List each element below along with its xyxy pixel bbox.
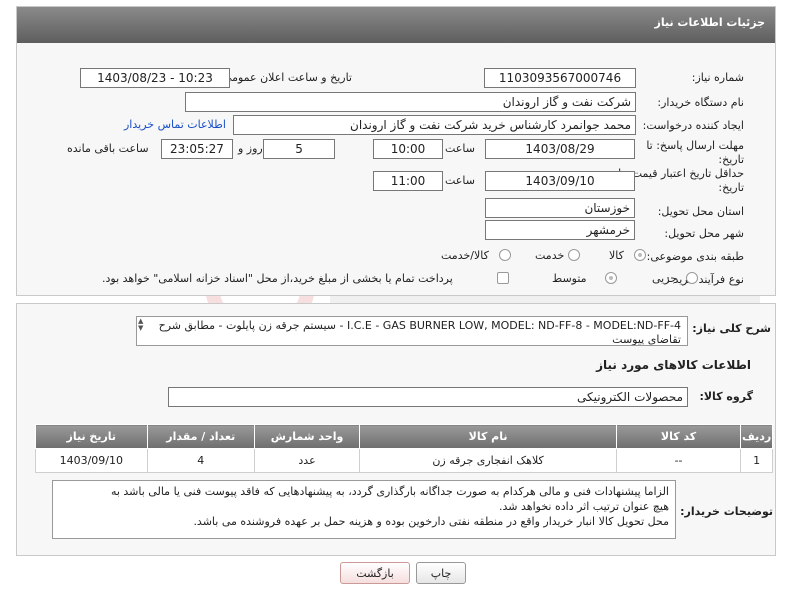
price-validity-sublabel: تاریخ: (718, 181, 744, 194)
cell-row-number: 1 (740, 448, 773, 473)
validity-date-field: 1403/09/10 (485, 171, 635, 191)
days-label: روز و (238, 142, 263, 155)
days-remaining-field: 5 (263, 139, 335, 159)
requester-label: ایجاد کننده درخواست: (642, 119, 744, 132)
goods-group-label: گروه کالا: (699, 390, 753, 403)
buyer-notes-label: توضیحات خریدار: (680, 505, 773, 518)
treasury-payment-checkbox[interactable] (497, 272, 509, 284)
category-option-goods: کالا (609, 249, 624, 262)
price-validity-label: حداقل تاریخ اعتبار قیمت: تا (618, 167, 744, 180)
col-unit: واحد شمارش (253, 424, 361, 449)
table-header-row: تاریخ نیاز تعداد / مقدار واحد شمارش نام … (35, 424, 773, 449)
requester-field: محمد جوانمرد کارشناس خرید شرکت نفت و گاز… (233, 115, 636, 135)
category-label: طبقه بندی موضوعی: (646, 250, 744, 263)
col-quantity: تعداد / مقدار (146, 424, 255, 449)
col-row-number: ردیف (740, 424, 773, 449)
reply-date-field: 1403/08/29 (485, 139, 635, 159)
process-type-label: نوع فرآیند خرید : (666, 273, 744, 286)
reply-time-field: 10:00 (373, 139, 443, 159)
announce-datetime-label: تاریخ و ساعت اعلان عمومی: (219, 71, 352, 84)
category-radio-goods[interactable] (634, 249, 646, 261)
description-textarea[interactable]: I.C.E - GAS BURNER LOW, MODEL: ND-FF-8 -… (136, 316, 688, 346)
buyer-note-line: الزاما پیشنهادات فنی و مالی هرکدام به صو… (110, 485, 669, 498)
description-label: شرح کلی نیاز: (692, 322, 771, 335)
col-goods-code: کد کالا (615, 424, 742, 449)
reply-time-label: ساعت (445, 142, 475, 155)
city-field: خرمشهر (485, 220, 635, 240)
province-field: خوزستان (485, 198, 635, 218)
goods-group-field: محصولات الکترونیکی (168, 387, 688, 407)
col-goods-name: نام کالا (359, 424, 617, 449)
buyer-org-field: شرکت نفت و گاز اروندان (185, 92, 636, 112)
buyer-note-line: هیچ عنوان ترتیب اثر داده نخواهد شد. (499, 500, 669, 513)
panel-title: جزئیات اطلاعات نیاز (654, 16, 766, 29)
table-row: 1403/09/10 4 عدد کلاهک انفجاری جرقه زن -… (35, 448, 773, 473)
back-button[interactable]: بازگشت (340, 562, 410, 584)
need-number-label: شماره نیاز: (691, 71, 744, 84)
category-radio-goods-service[interactable] (499, 249, 511, 261)
cell-goods-code: -- (615, 448, 742, 473)
category-option-service: خدمت (535, 249, 565, 262)
print-button[interactable]: چاپ (416, 562, 466, 584)
validity-time-field: 11:00 (373, 171, 443, 191)
buyer-notes-box: الزاما پیشنهادات فنی و مالی هرکدام به صو… (52, 480, 676, 539)
need-number-field: 1103093567000746 (484, 68, 636, 88)
cell-unit: عدد (253, 448, 361, 473)
description-scroll-icon[interactable]: ▲ ▼ (138, 318, 148, 332)
remaining-time-label: ساعت باقی مانده (67, 142, 149, 155)
process-radio-medium[interactable] (605, 272, 617, 284)
cell-quantity: 4 (146, 448, 255, 473)
process-radio-minor[interactable] (686, 272, 698, 284)
remaining-time-field: 23:05:27 (161, 139, 233, 159)
cell-need-date: 1403/09/10 (35, 448, 148, 473)
treasury-payment-note: پرداخت تمام یا بخشی از مبلغ خرید،از محل … (102, 272, 453, 285)
buyer-note-line: محل تحویل کالا انبار خریدار واقع در منطق… (193, 515, 669, 528)
process-option-minor: جزیی (652, 272, 678, 285)
process-option-medium: متوسط (552, 272, 587, 285)
announce-datetime-field: 1403/08/23 - 10:23 (80, 68, 230, 88)
city-label: شهر محل تحویل: (664, 227, 744, 240)
category-option-goods-service: کالا/خدمت (441, 249, 489, 262)
reply-deadline-label: مهلت ارسال پاسخ: تا (646, 139, 744, 152)
category-radio-service[interactable] (568, 249, 580, 261)
buyer-contact-link[interactable]: اطلاعات تماس خریدار (124, 118, 226, 131)
reply-deadline-sublabel: تاریخ: (718, 153, 744, 166)
validity-time-label: ساعت (445, 174, 475, 187)
province-label: استان محل تحویل: (657, 205, 744, 218)
goods-table: تاریخ نیاز تعداد / مقدار واحد شمارش نام … (35, 424, 773, 473)
buyer-org-label: نام دستگاه خریدار: (657, 96, 744, 109)
cell-goods-name: کلاهک انفجاری جرقه زن (359, 448, 617, 473)
goods-section-title: اطلاعات کالاهای مورد نیاز (596, 358, 751, 372)
col-need-date: تاریخ نیاز (35, 424, 148, 449)
